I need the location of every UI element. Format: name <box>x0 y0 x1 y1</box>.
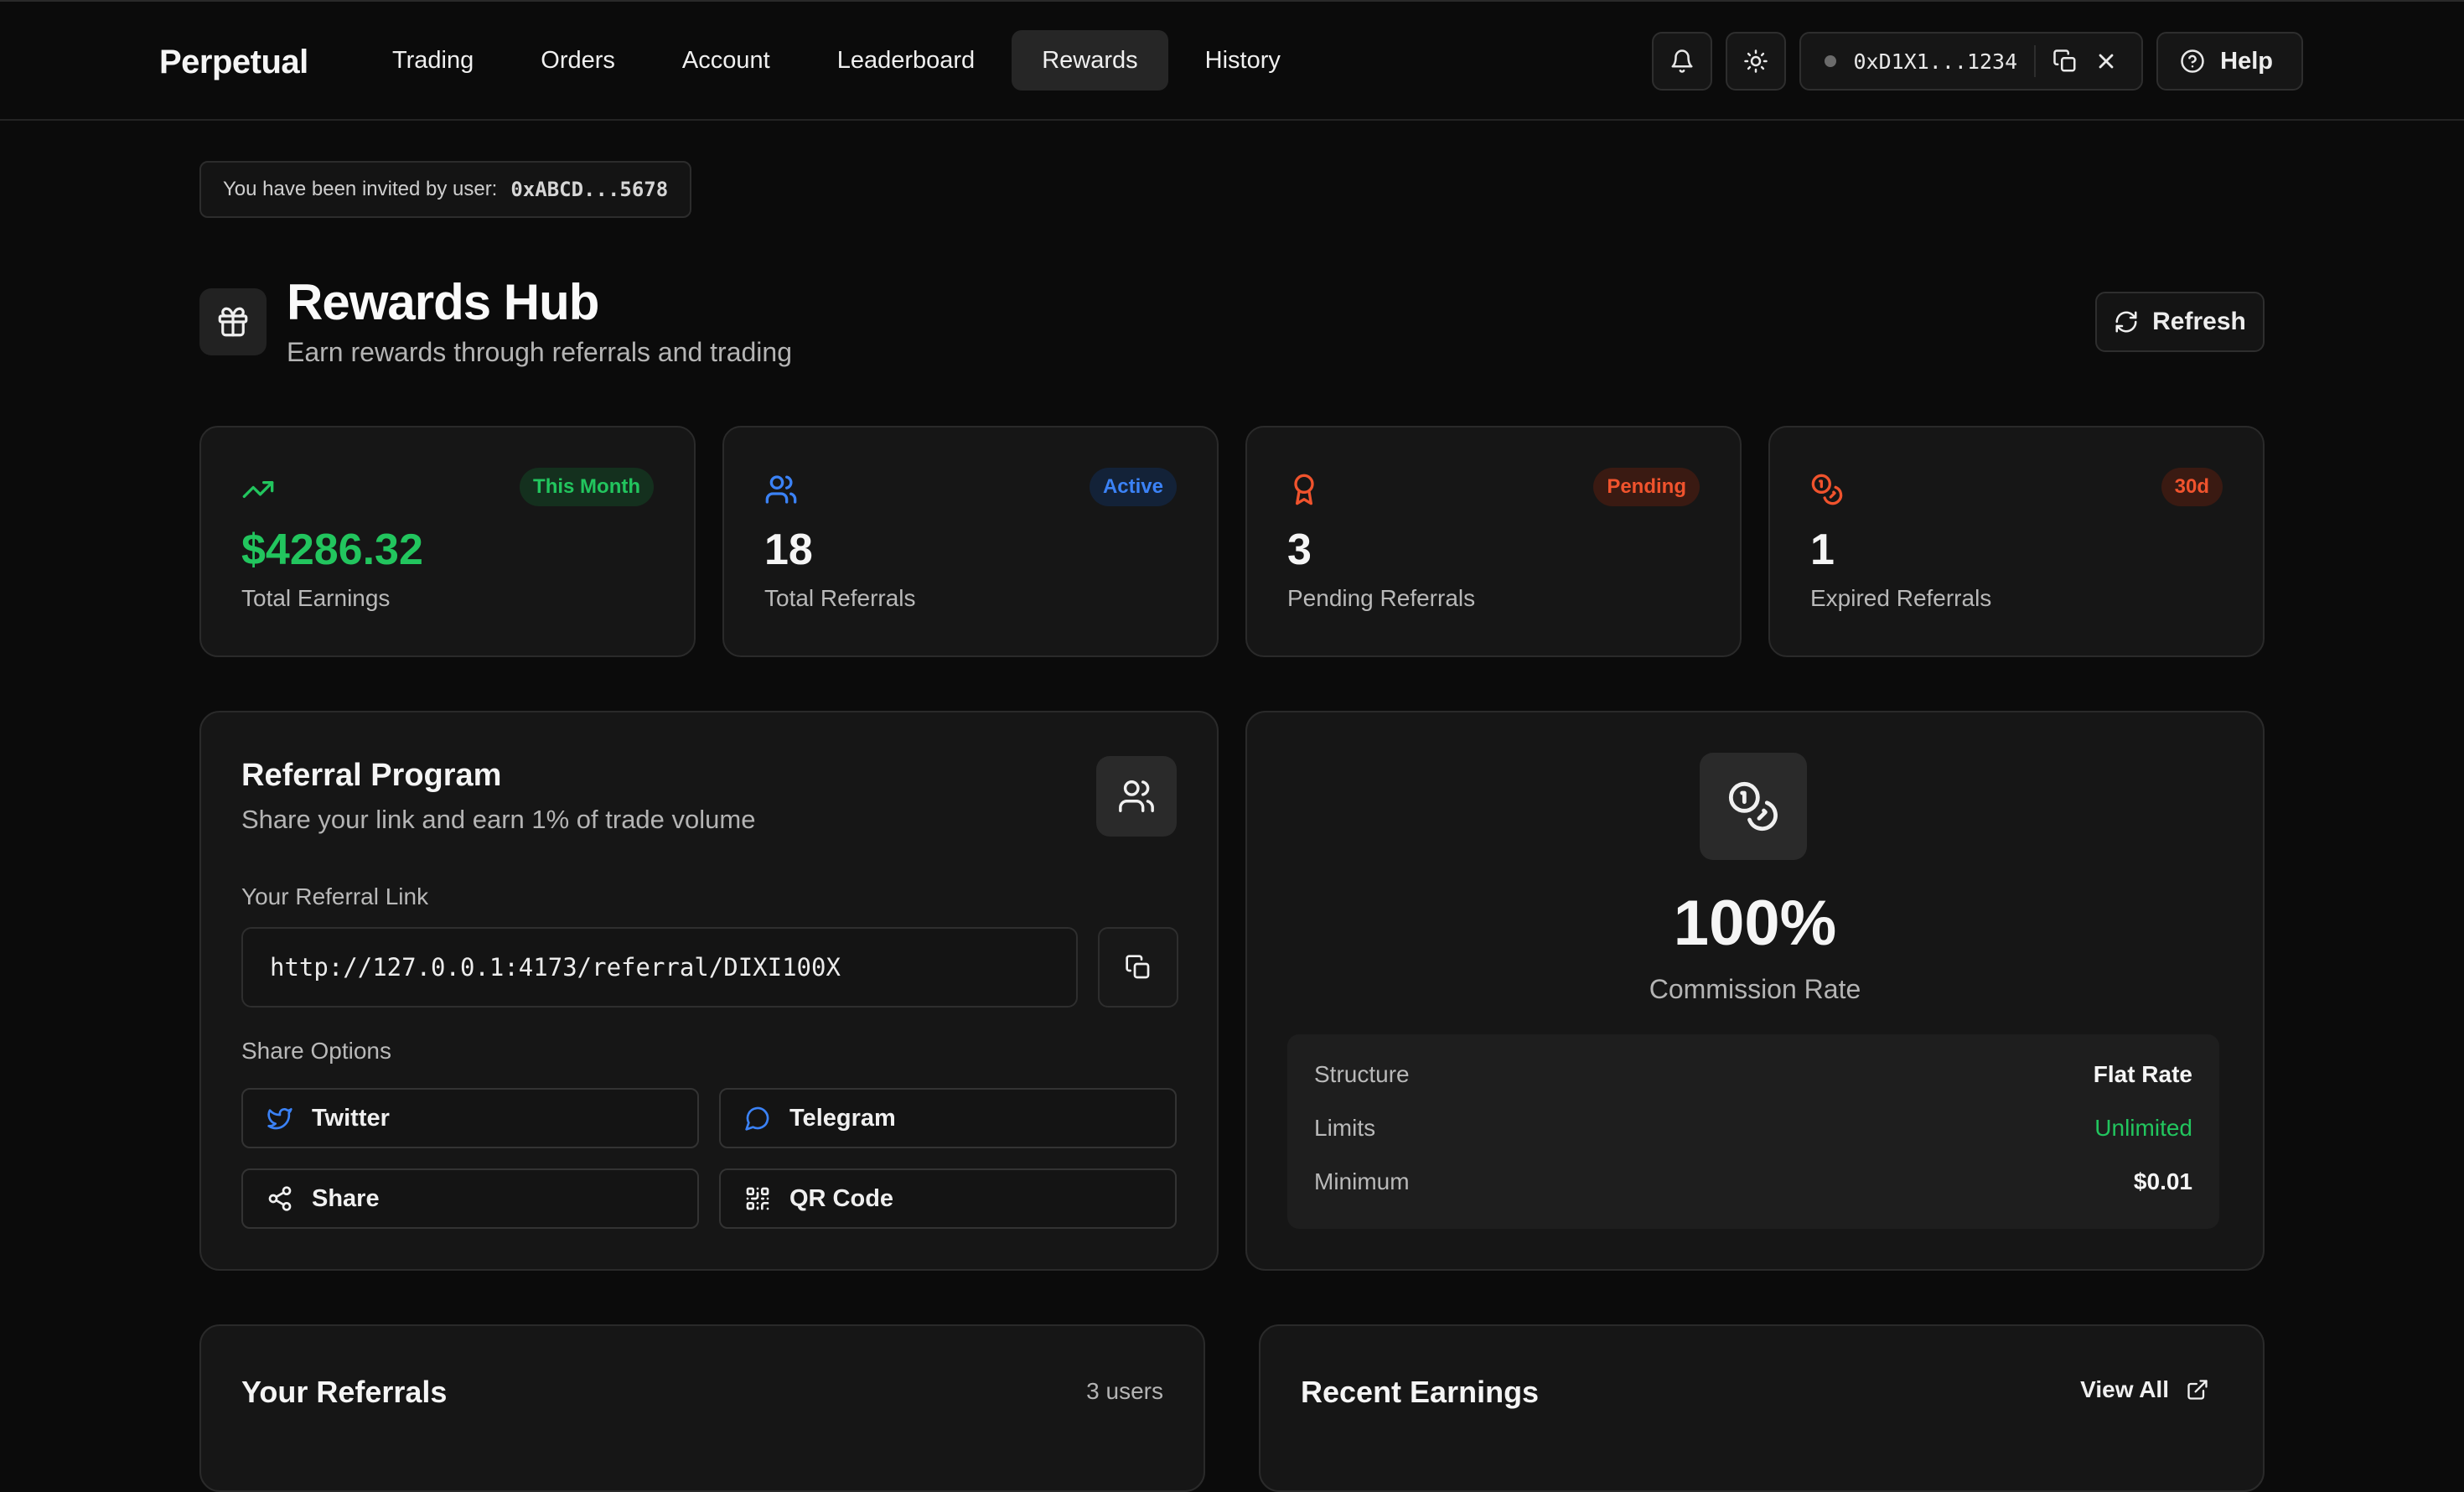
stat-card-total-earnings: This Month $4286.32 Total Earnings <box>199 426 696 657</box>
referrals-count: 3 users <box>1086 1378 1163 1404</box>
nav-item-account[interactable]: Account <box>652 30 800 91</box>
refresh-button[interactable]: Refresh <box>2095 292 2265 352</box>
share-options-label: Share Options <box>241 1038 391 1064</box>
help-button[interactable]: Help <box>2156 32 2303 91</box>
nav-item-leaderboard[interactable]: Leaderboard <box>807 30 1005 91</box>
wallet-status-dot <box>1825 55 1837 67</box>
copy-link-button[interactable] <box>1098 927 1178 1008</box>
status-badge: 30d <box>2161 468 2223 506</box>
referral-program-card: Referral Program Share your link and ear… <box>199 711 1219 1271</box>
stat-value: 1 <box>1810 526 1835 574</box>
users-icon <box>765 475 797 504</box>
external-link-icon <box>2187 1380 2208 1400</box>
invite-text: You have been invited by user: <box>223 178 498 200</box>
view-all-link[interactable]: View All <box>2080 1376 2209 1403</box>
recent-earnings-card: Recent Earnings View All <box>1259 1324 2265 1492</box>
recent-earnings-title: Recent Earnings <box>1301 1375 1540 1409</box>
top-right-controls: 0xD1X1...1234 Help <box>1652 32 2303 91</box>
your-referrals-title: Your Referrals <box>241 1375 448 1409</box>
view-all-label: View All <box>2080 1376 2169 1402</box>
theme-toggle-button[interactable] <box>1726 32 1787 91</box>
nav-item-trading[interactable]: Trading <box>362 30 504 91</box>
share-label: Share <box>312 1184 380 1212</box>
your-referrals-card: Your Referrals 3 users <box>199 1324 1205 1492</box>
nav-item-rewards[interactable]: Rewards <box>1012 30 1168 91</box>
detail-key: Minimum <box>1314 1168 1410 1194</box>
referral-subtitle: Share your link and earn 1% of trade vol… <box>241 805 756 834</box>
share-label: Twitter <box>312 1104 390 1132</box>
referral-link-label: Your Referral Link <box>241 883 429 909</box>
qr-code-icon <box>746 1187 769 1210</box>
share-generic-button[interactable]: Share <box>241 1168 699 1229</box>
trending-up-icon <box>242 481 274 498</box>
wallet-connection: 0xD1X1...1234 <box>1799 32 2144 91</box>
share-telegram-button[interactable]: Telegram <box>719 1088 1177 1148</box>
brand-logo[interactable]: Perpetual <box>159 44 308 81</box>
stat-label: Total Referrals <box>764 585 916 611</box>
refresh-label: Refresh <box>2152 308 2246 335</box>
page-subtitle: Earn rewards through referrals and tradi… <box>287 337 792 367</box>
status-badge: This Month <box>520 468 654 506</box>
divider <box>2034 45 2037 77</box>
sun-icon <box>1744 49 1768 73</box>
copy-icon[interactable] <box>2052 49 2078 74</box>
twitter-icon <box>267 1108 292 1130</box>
message-circle-icon <box>745 1106 769 1131</box>
referral-title: Referral Program <box>241 758 502 793</box>
commission-rate-label: Commission Rate <box>1649 974 1861 1004</box>
share-label: QR Code <box>789 1184 894 1212</box>
status-badge: Active <box>1089 468 1177 506</box>
inviter-address: 0xABCD...5678 <box>510 178 669 201</box>
gift-icon-container <box>199 288 267 355</box>
status-badge: Pending <box>1593 468 1700 506</box>
page-title: Rewards Hub <box>287 274 599 330</box>
users-icon <box>1119 780 1154 812</box>
share-twitter-button[interactable]: Twitter <box>241 1088 699 1148</box>
help-label: Help <box>2220 47 2273 75</box>
stat-label: Expired Referrals <box>1810 585 1992 611</box>
share-qr-code-button[interactable]: QR Code <box>719 1168 1177 1229</box>
bell-icon <box>1671 49 1693 73</box>
detail-key: Limits <box>1314 1115 1376 1141</box>
commission-row-minimum: Minimum $0.01 <box>1314 1168 2192 1195</box>
referral-link-field[interactable]: http://127.0.0.1:4173/referral/DIXI100X <box>241 927 1078 1008</box>
commission-rate-value: 100% <box>1673 888 1837 959</box>
coins-icon <box>1728 781 1778 831</box>
stat-value: 3 <box>1287 526 1312 574</box>
commission-row-limits: Limits Unlimited <box>1314 1115 2192 1142</box>
detail-value: Flat Rate <box>2093 1061 2192 1087</box>
detail-value: Unlimited <box>2094 1115 2192 1141</box>
main-nav: Trading Orders Account Leaderboard Rewar… <box>362 30 1311 91</box>
users-icon-container <box>1096 756 1177 837</box>
refresh-icon <box>2115 311 2137 333</box>
share-icon <box>268 1186 292 1211</box>
close-icon[interactable] <box>2094 49 2118 73</box>
commission-details: Structure Flat Rate Limits Unlimited Min… <box>1287 1034 2219 1229</box>
commission-row-structure: Structure Flat Rate <box>1314 1061 2192 1088</box>
stat-card-total-referrals: Active 18 Total Referrals <box>722 426 1219 657</box>
stat-value: 18 <box>764 526 813 574</box>
help-circle-icon <box>2181 49 2204 73</box>
stat-card-expired-referrals: 30d 1 Expired Referrals <box>1768 426 2265 657</box>
award-icon <box>1294 474 1314 505</box>
wallet-address: 0xD1X1...1234 <box>1853 49 2018 74</box>
copy-icon <box>1126 955 1150 979</box>
top-navigation-bar: Perpetual Trading Orders Account Leaderb… <box>0 0 2464 121</box>
stat-value: $4286.32 <box>241 526 423 574</box>
commission-card: 100% Commission Rate Structure Flat Rate… <box>1245 711 2265 1271</box>
stat-card-pending-referrals: Pending 3 Pending Referrals <box>1245 426 1742 657</box>
coins-icon <box>1811 474 1843 505</box>
notifications-button[interactable] <box>1652 32 1713 91</box>
stat-label: Total Earnings <box>241 585 391 611</box>
detail-value: $0.01 <box>2133 1168 2192 1194</box>
nav-item-orders[interactable]: Orders <box>510 30 645 91</box>
share-label: Telegram <box>789 1104 896 1132</box>
gift-icon <box>218 307 248 337</box>
coins-icon-container <box>1700 753 1807 860</box>
nav-item-history[interactable]: History <box>1175 30 1311 91</box>
detail-key: Structure <box>1314 1061 1410 1087</box>
stat-label: Pending Referrals <box>1287 585 1476 611</box>
invite-banner: You have been invited by user: 0xABCD...… <box>199 161 692 218</box>
